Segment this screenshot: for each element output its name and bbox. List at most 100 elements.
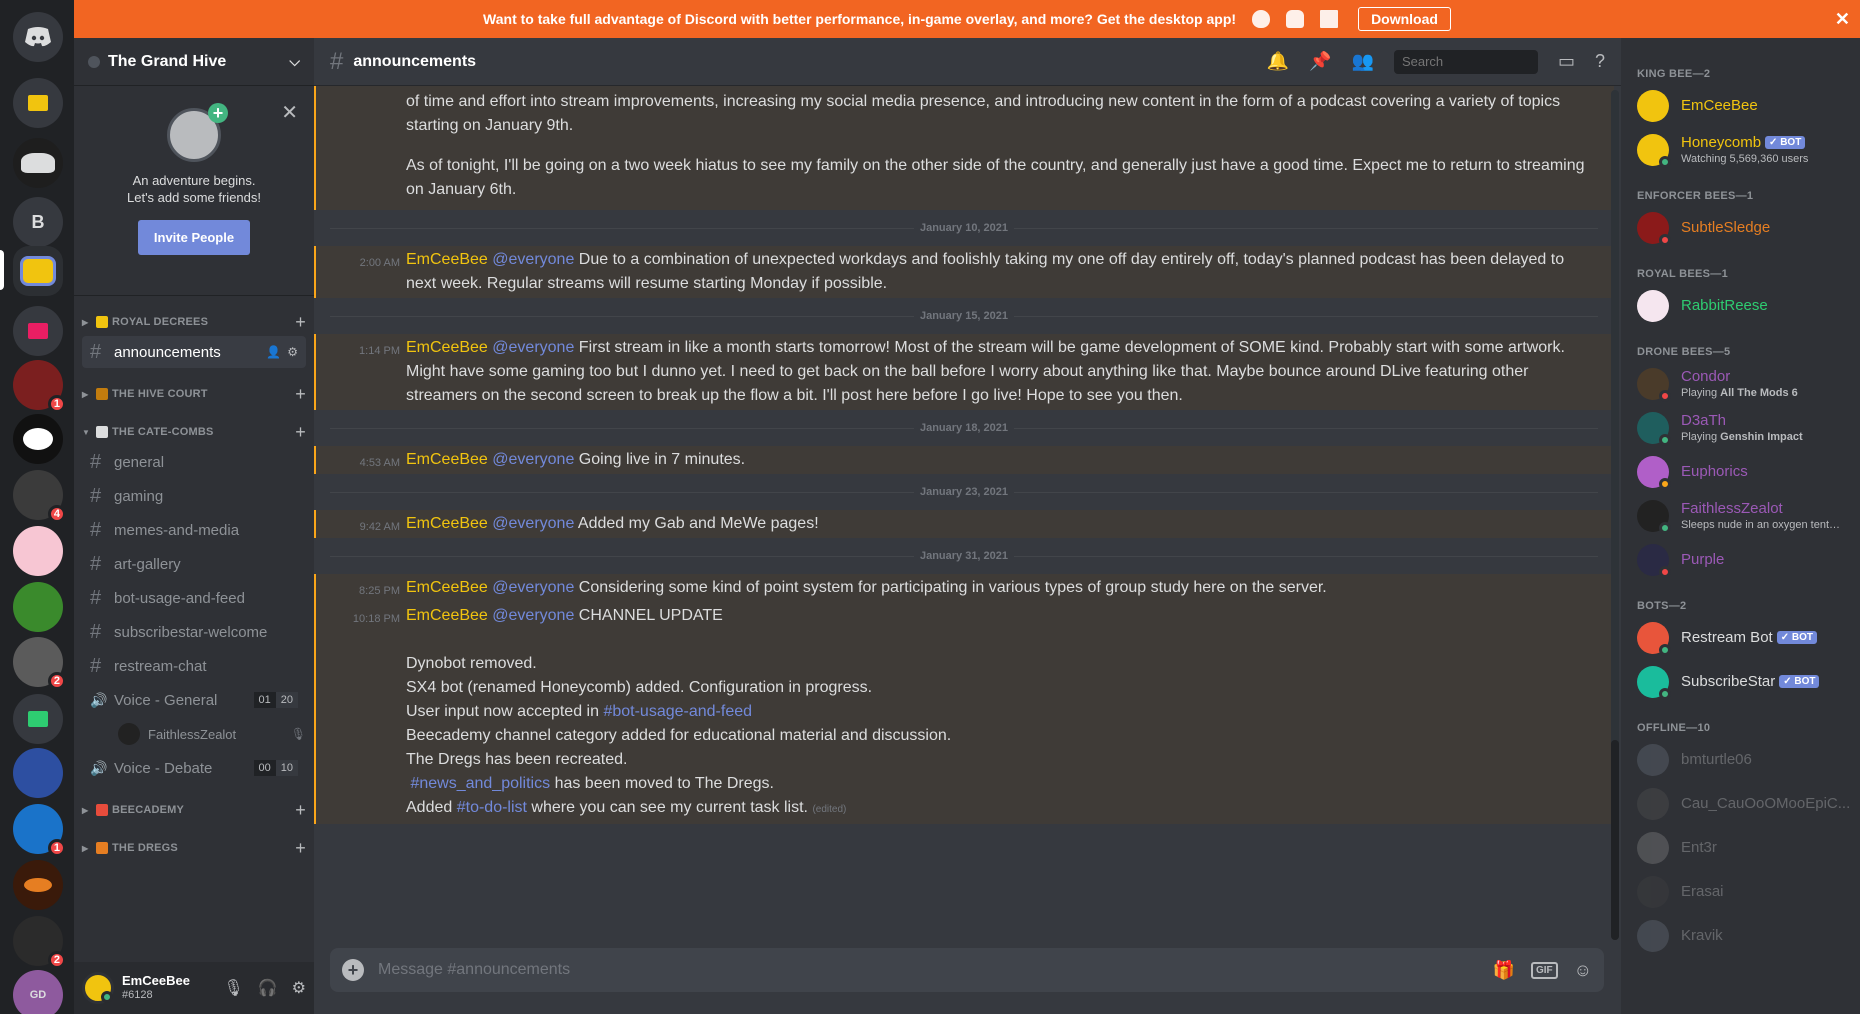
server-folder-green[interactable] xyxy=(13,694,63,744)
member-list-icon[interactable]: 👥 xyxy=(1352,51,1374,72)
category-beecademy[interactable]: ▶ BEECADEMY + xyxy=(74,798,314,822)
message[interactable]: 10:18 PM EmCeeBee @everyone CHANNEL UPDAT… xyxy=(314,602,1614,824)
channel-announcements[interactable]: # announcements 👤 ⚙ xyxy=(82,336,306,368)
server-icon-11[interactable] xyxy=(13,582,63,632)
everyone-mention[interactable]: @everyone xyxy=(492,251,574,268)
discord-home-icon[interactable] xyxy=(13,12,63,62)
everyone-mention[interactable]: @everyone xyxy=(492,515,574,532)
server-icon-15[interactable]: 1 xyxy=(13,804,66,857)
message[interactable]: 4:53 AM EmCeeBee @everyone Going live in … xyxy=(314,446,1614,474)
member-item[interactable]: Restream Bot ✓ BOT xyxy=(1621,616,1860,660)
server-icon-14[interactable] xyxy=(13,748,63,798)
scrollbar-thumb[interactable] xyxy=(1611,740,1619,940)
channel-restream-chat[interactable]: # restream-chat xyxy=(82,650,306,682)
gear-icon[interactable]: ⚙ xyxy=(292,978,306,998)
pin-icon[interactable]: 📌 xyxy=(1309,51,1331,72)
gear-icon[interactable]: ⚙ xyxy=(287,345,298,359)
create-channel-icon[interactable]: + xyxy=(295,800,306,821)
channel-subscribestar-welcome[interactable]: # subscribestar-welcome xyxy=(82,616,306,648)
member-item[interactable]: bmturtle06 xyxy=(1621,738,1860,782)
server-icon-10[interactable] xyxy=(13,526,63,576)
emoji-icon[interactable]: ☺ xyxy=(1574,960,1592,981)
author-name[interactable]: EmCeeBee xyxy=(406,579,488,596)
channel-gaming[interactable]: # gaming xyxy=(82,480,306,512)
member-item[interactable]: SubtleSledge xyxy=(1621,206,1860,250)
gif-icon[interactable]: GIF xyxy=(1530,961,1558,979)
everyone-mention[interactable]: @everyone xyxy=(492,579,574,596)
channel-general[interactable]: # general xyxy=(82,446,306,478)
author-name[interactable]: EmCeeBee xyxy=(406,339,488,356)
server-icon-12[interactable]: 2 xyxy=(13,637,66,690)
server-icon-gd[interactable]: GD xyxy=(13,970,63,1014)
server-icon-bee-crest[interactable] xyxy=(13,138,63,188)
server-folder-red[interactable] xyxy=(13,306,63,356)
channel-link-news-and-politics[interactable]: #news_and_politics xyxy=(410,775,550,792)
invite-member-icon[interactable]: 👤 xyxy=(266,345,281,359)
author-name[interactable]: EmCeeBee xyxy=(406,451,488,468)
invite-people-button[interactable]: Invite People xyxy=(137,220,251,255)
headphones-icon[interactable]: 🎧 xyxy=(258,978,278,998)
search-input[interactable] xyxy=(1393,49,1538,74)
member-item[interactable]: Erasai xyxy=(1621,870,1860,914)
member-item[interactable]: Cau_CauOoOMooEpiC... xyxy=(1621,782,1860,826)
server-icon-16[interactable] xyxy=(13,860,63,910)
everyone-mention[interactable]: @everyone xyxy=(492,339,574,356)
message[interactable]: of time and effort into stream improveme… xyxy=(314,86,1614,210)
category-the-dregs[interactable]: ▶ THE DREGS + xyxy=(74,836,314,860)
voice-channel-debate[interactable]: 🔊 Voice - Debate 00 10 xyxy=(82,752,306,784)
channel-bot-usage-and-feed[interactable]: # bot-usage-and-feed xyxy=(82,582,306,614)
category-the-cate-combs[interactable]: ▼ THE CATE-COMBS + xyxy=(74,420,314,444)
download-button[interactable]: Download xyxy=(1358,7,1451,31)
message-input[interactable] xyxy=(378,961,1479,979)
message[interactable]: 2:00 AM EmCeeBee @everyone Due to a combi… xyxy=(314,246,1614,298)
channel-link-to-do-list[interactable]: #to-do-list xyxy=(457,799,527,816)
server-icon-9[interactable]: 4 xyxy=(13,470,66,523)
message-scrollbar[interactable] xyxy=(1611,90,1619,940)
author-name[interactable]: EmCeeBee xyxy=(406,251,488,268)
voice-user[interactable]: FaithlessZealot 🎙 xyxy=(118,718,306,750)
server-icon-17[interactable]: 2 xyxy=(13,916,66,969)
inbox-icon[interactable]: ▭ xyxy=(1558,51,1575,72)
everyone-mention[interactable]: @everyone xyxy=(492,607,574,624)
create-channel-icon[interactable]: + xyxy=(295,422,306,443)
message[interactable]: 1:14 PM EmCeeBee @everyone First stream i… xyxy=(314,334,1614,410)
help-icon[interactable]: ? xyxy=(1595,51,1605,72)
member-item[interactable]: D3aTh Playing Genshin Impact xyxy=(1621,406,1860,450)
server-folder-yellow[interactable] xyxy=(13,78,63,128)
channel-link-bot-usage-and-feed[interactable]: #bot-usage-and-feed xyxy=(603,703,752,720)
create-channel-icon[interactable]: + xyxy=(295,312,306,333)
channel-art-gallery[interactable]: # art-gallery xyxy=(82,548,306,580)
member-item[interactable]: Ent3r xyxy=(1621,826,1860,870)
member-item[interactable]: EmCeeBee xyxy=(1621,84,1860,128)
avatar[interactable] xyxy=(82,972,114,1004)
member-item[interactable]: RabbitReese xyxy=(1621,284,1860,328)
member-item[interactable]: FaithlessZealot Sleeps nude in an oxygen … xyxy=(1621,494,1860,538)
member-item[interactable]: Honeycomb ✓ BOT Watching 5,569,360 users xyxy=(1621,128,1860,172)
server-icon-7[interactable]: 1 xyxy=(13,360,66,413)
author-name[interactable]: EmCeeBee xyxy=(406,607,488,624)
voice-channel-general[interactable]: 🔊 Voice - General 01 20 xyxy=(82,684,306,716)
author-name[interactable]: EmCeeBee xyxy=(406,515,488,532)
server-icon-the-grand-hive[interactable] xyxy=(13,246,63,296)
category-the-hive-court[interactable]: ▶ THE HIVE COURT + xyxy=(74,382,314,406)
category-royal-decrees[interactable]: ▶ ROYAL DECREES + xyxy=(74,310,314,334)
close-icon[interactable]: ✕ xyxy=(281,100,298,125)
upload-plus-icon[interactable]: + xyxy=(342,959,364,981)
member-item[interactable]: Condor Playing All The Mods 6 xyxy=(1621,362,1860,406)
server-icon-8[interactable] xyxy=(13,414,63,464)
message[interactable]: 8:25 PM EmCeeBee @everyone Considering so… xyxy=(314,574,1614,602)
message[interactable]: 9:42 AM EmCeeBee @everyone Added my Gab a… xyxy=(314,510,1614,538)
create-channel-icon[interactable]: + xyxy=(295,838,306,859)
bell-icon[interactable]: 🔔 xyxy=(1267,51,1289,72)
member-item[interactable]: Kravik xyxy=(1621,914,1860,958)
channel-memes-and-media[interactable]: # memes-and-media xyxy=(82,514,306,546)
member-item[interactable]: SubscribeStar ✓ BOT xyxy=(1621,660,1860,704)
mic-muted-icon[interactable]: 🎙 xyxy=(223,978,243,998)
member-item[interactable]: Euphorics xyxy=(1621,450,1860,494)
everyone-mention[interactable]: @everyone xyxy=(492,451,574,468)
guild-header[interactable]: The Grand Hive ⌵ xyxy=(74,38,314,86)
gift-icon[interactable]: 🎁 xyxy=(1493,960,1515,981)
banner-close-icon[interactable]: ✕ xyxy=(1835,9,1850,30)
server-icon-b[interactable]: B xyxy=(13,197,63,247)
member-item[interactable]: Purple xyxy=(1621,538,1860,582)
